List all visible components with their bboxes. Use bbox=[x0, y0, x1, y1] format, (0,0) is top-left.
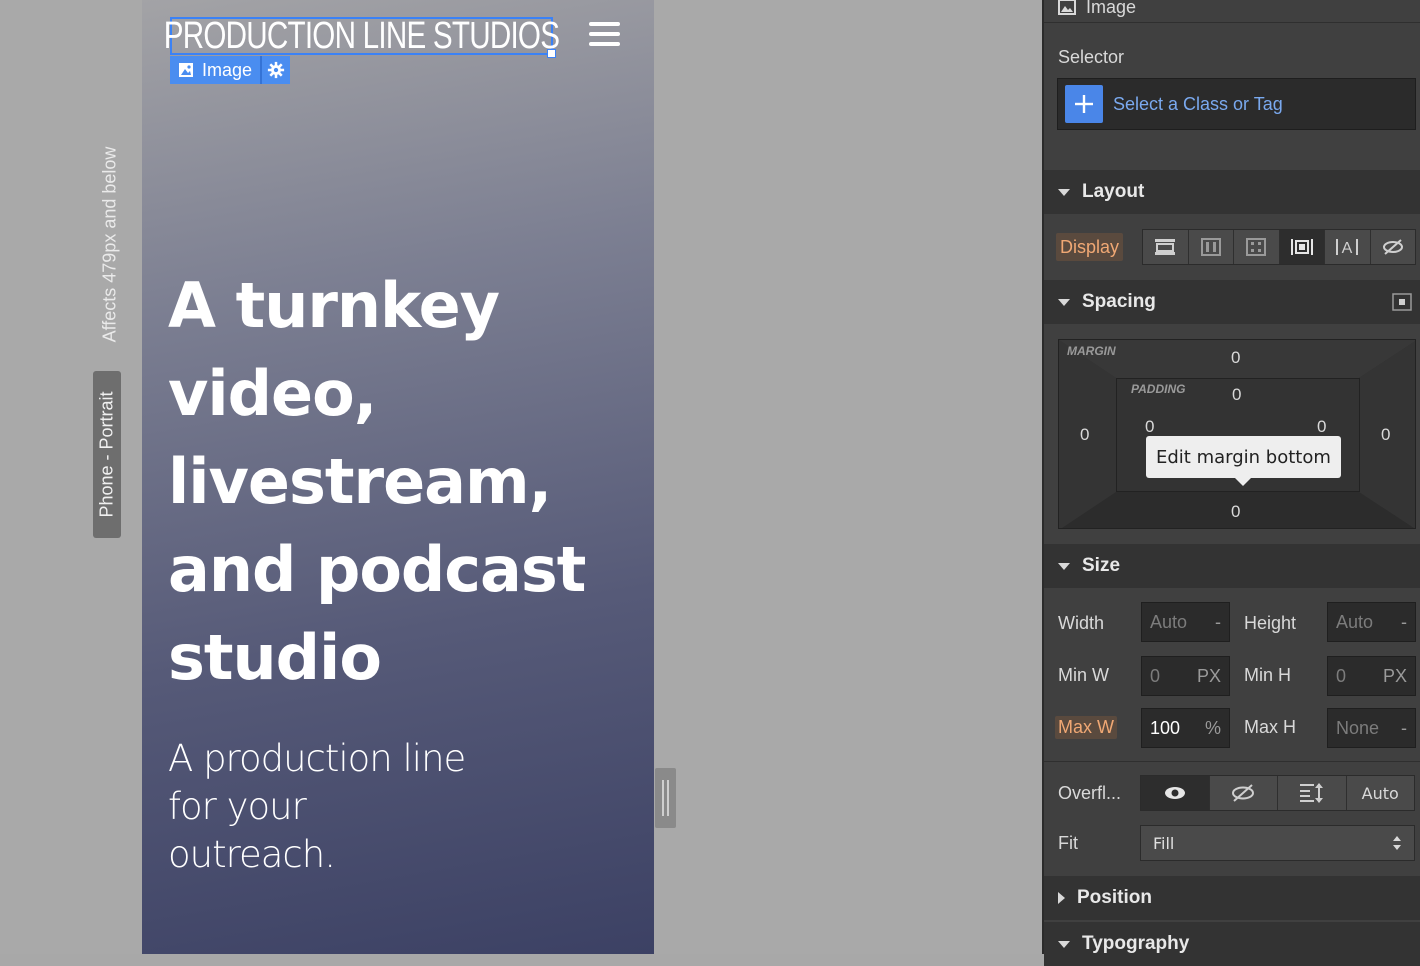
overflow-toggle-group: Auto bbox=[1140, 775, 1415, 811]
section-layout[interactable]: Layout bbox=[1044, 170, 1420, 214]
height-label: Height bbox=[1244, 613, 1297, 633]
block-icon bbox=[1155, 239, 1176, 255]
padding-top-value[interactable]: 0 bbox=[1232, 385, 1241, 405]
display-label: Display bbox=[1056, 233, 1124, 261]
display-toggle-group: A bbox=[1142, 229, 1416, 265]
collapse-icon bbox=[1058, 562, 1070, 570]
height-input[interactable]: Auto - bbox=[1327, 602, 1416, 642]
eye-icon bbox=[1164, 787, 1185, 799]
inline-block-icon bbox=[1290, 239, 1313, 255]
grid-icon bbox=[1246, 238, 1267, 256]
margin-left-value[interactable]: 0 bbox=[1080, 425, 1089, 445]
phone-preview: PRODUCTION LINE STUDIOS Image A turnkey … bbox=[142, 0, 654, 954]
select-arrows-icon bbox=[1393, 836, 1401, 850]
hero-subheading: A production line for your outreach. bbox=[168, 737, 466, 876]
max-width-input[interactable]: 100 % bbox=[1141, 708, 1230, 748]
designer-canvas: Affects 479px and below Phone - Portrait… bbox=[0, 0, 1042, 954]
fit-select[interactable]: Fill bbox=[1140, 825, 1415, 861]
add-class-button[interactable] bbox=[1065, 85, 1103, 123]
expand-icon[interactable] bbox=[1392, 292, 1412, 312]
selection-tag[interactable]: Image bbox=[170, 56, 291, 84]
logo-image[interactable]: PRODUCTION LINE STUDIOS bbox=[164, 17, 560, 58]
selector-placeholder: Select a Class or Tag bbox=[1113, 93, 1283, 114]
flex-icon bbox=[1200, 238, 1221, 256]
overflow-visible-button[interactable] bbox=[1141, 776, 1210, 810]
resize-handle[interactable] bbox=[547, 49, 556, 58]
image-icon bbox=[1058, 0, 1076, 15]
image-icon bbox=[179, 63, 193, 77]
section-size[interactable]: Size bbox=[1044, 544, 1420, 588]
eye-slash-icon bbox=[1232, 784, 1255, 802]
width-label: Width bbox=[1058, 613, 1105, 633]
breakpoint-note: Affects 479px and below bbox=[99, 146, 120, 342]
fit-value: Fill bbox=[1153, 833, 1175, 853]
min-height-label: Min H bbox=[1244, 665, 1292, 685]
inline-text-icon: A bbox=[1336, 239, 1359, 256]
element-type: Image bbox=[1086, 0, 1137, 17]
overflow-scroll-button[interactable] bbox=[1278, 776, 1347, 810]
overflow-label: Overfl... bbox=[1058, 783, 1122, 803]
expand-icon bbox=[1058, 892, 1065, 904]
min-width-input[interactable]: 0 PX bbox=[1141, 656, 1230, 696]
section-typography[interactable]: Typography bbox=[1044, 922, 1420, 966]
box-model-editor: MARGIN 0 0 0 0 PADDING 0 0 0 bbox=[1058, 339, 1416, 529]
display-grid-button[interactable] bbox=[1234, 230, 1280, 264]
canvas-resize-handle[interactable] bbox=[655, 768, 676, 828]
max-height-label: Max H bbox=[1244, 717, 1297, 737]
plus-icon bbox=[1075, 95, 1093, 113]
min-height-input[interactable]: 0 PX bbox=[1327, 656, 1416, 696]
collapse-icon bbox=[1058, 940, 1070, 948]
display-none-button[interactable] bbox=[1370, 230, 1415, 264]
collapse-icon bbox=[1058, 298, 1070, 306]
margin-right-value[interactable]: 0 bbox=[1381, 425, 1390, 445]
max-height-input[interactable]: None - bbox=[1327, 708, 1416, 748]
display-flex-button[interactable] bbox=[1188, 230, 1234, 264]
section-position[interactable]: Position bbox=[1044, 876, 1420, 920]
overflow-auto-button[interactable]: Auto bbox=[1346, 776, 1414, 810]
margin-top-value[interactable]: 0 bbox=[1231, 348, 1240, 368]
display-inline-block-button[interactable] bbox=[1279, 230, 1325, 264]
hero-heading: A turnkey video, livestream, and podcast… bbox=[168, 269, 586, 694]
max-width-label: Max W bbox=[1055, 716, 1117, 739]
selector-label: Selector bbox=[1058, 47, 1125, 67]
margin-bottom-value[interactable]: 0 bbox=[1231, 502, 1240, 522]
selector-input[interactable]: Select a Class or Tag bbox=[1057, 78, 1416, 130]
padding-left-value[interactable]: 0 bbox=[1145, 417, 1154, 437]
element-header: Image bbox=[1044, 0, 1420, 23]
logo-text: PRODUCTION LINE STUDIOS bbox=[163, 15, 560, 57]
svg-text:A: A bbox=[1342, 240, 1353, 256]
none-icon bbox=[1382, 239, 1403, 255]
padding-right-value[interactable]: 0 bbox=[1317, 417, 1326, 437]
margin-label: MARGIN bbox=[1067, 344, 1116, 358]
padding-label: PADDING bbox=[1131, 382, 1186, 396]
scroll-icon bbox=[1299, 783, 1323, 803]
section-spacing[interactable]: Spacing bbox=[1044, 280, 1420, 324]
display-block-button[interactable] bbox=[1143, 230, 1189, 264]
gear-icon bbox=[267, 61, 285, 79]
collapse-icon bbox=[1058, 188, 1070, 196]
selection-tag-label: Image bbox=[202, 59, 253, 80]
display-inline-button[interactable]: A bbox=[1325, 230, 1371, 264]
width-input[interactable]: Auto - bbox=[1141, 602, 1230, 642]
device-label[interactable]: Phone - Portrait bbox=[93, 371, 121, 538]
min-width-label: Min W bbox=[1058, 665, 1109, 685]
overflow-hidden-button[interactable] bbox=[1209, 776, 1278, 810]
settings-button[interactable] bbox=[262, 56, 290, 84]
tooltip: Edit margin bottom bbox=[1146, 436, 1341, 486]
fit-label: Fit bbox=[1058, 833, 1078, 853]
menu-icon[interactable] bbox=[589, 22, 620, 46]
